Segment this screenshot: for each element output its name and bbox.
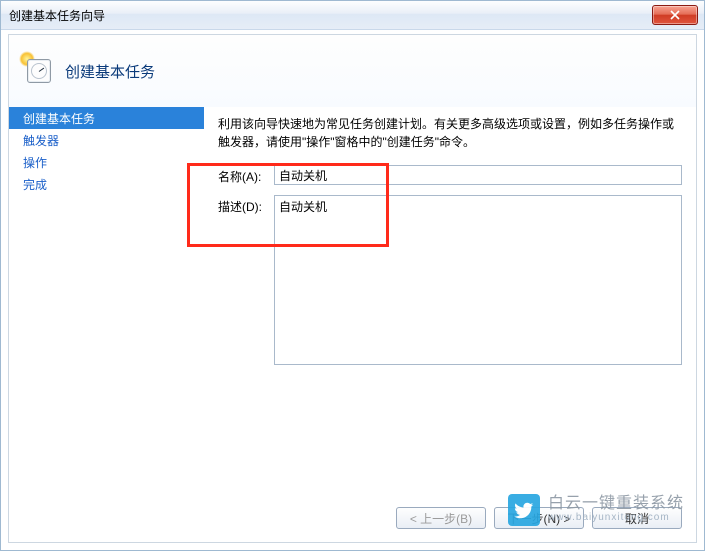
sidebar-item-trigger[interactable]: 触发器 — [9, 129, 204, 151]
description-label: 描述(D): — [218, 195, 274, 215]
page-title: 创建基本任务 — [65, 61, 155, 82]
button-bar: < 上一步(B) 下一步(N) > 取消 — [204, 494, 696, 542]
wizard-main: 利用该向导快速地为常见任务创建计划。有关更多高级选项或设置，例如多任务操作或触发… — [204, 107, 696, 494]
task-clock-icon — [23, 57, 51, 85]
titlebar: 创建基本任务向导 — [1, 1, 704, 30]
back-button: < 上一步(B) — [396, 507, 486, 529]
description-row: 描述(D): — [218, 195, 682, 365]
inner-frame: 创建基本任务 创建基本任务 触发器 操作 完成 利用该向导快速地为常见任务创建计… — [8, 34, 697, 543]
sidebar-item-action[interactable]: 操作 — [9, 151, 204, 173]
close-icon — [670, 10, 680, 20]
wizard-sidebar: 创建基本任务 触发器 操作 完成 — [9, 107, 204, 542]
sidebar-item-create-basic-task[interactable]: 创建基本任务 — [9, 107, 204, 129]
next-button[interactable]: 下一步(N) > — [494, 507, 584, 529]
description-input[interactable] — [274, 195, 682, 365]
client-area: 创建基本任务 创建基本任务 触发器 操作 完成 利用该向导快速地为常见任务创建计… — [2, 30, 703, 549]
cancel-button[interactable]: 取消 — [592, 507, 682, 529]
name-input[interactable] — [274, 165, 682, 185]
name-label: 名称(A): — [218, 165, 274, 185]
sidebar-item-finish[interactable]: 完成 — [9, 173, 204, 195]
window-title: 创建基本任务向导 — [9, 7, 105, 24]
name-row: 名称(A): — [218, 165, 682, 185]
wizard-header: 创建基本任务 — [9, 35, 696, 108]
intro-text: 利用该向导快速地为常见任务创建计划。有关更多高级选项或设置，例如多任务操作或触发… — [218, 115, 682, 151]
wizard-window: 创建基本任务向导 创建基本任务 创建基本任务 触发器 操作 完成 利用该向导快速… — [0, 0, 705, 551]
close-button[interactable] — [652, 5, 698, 25]
